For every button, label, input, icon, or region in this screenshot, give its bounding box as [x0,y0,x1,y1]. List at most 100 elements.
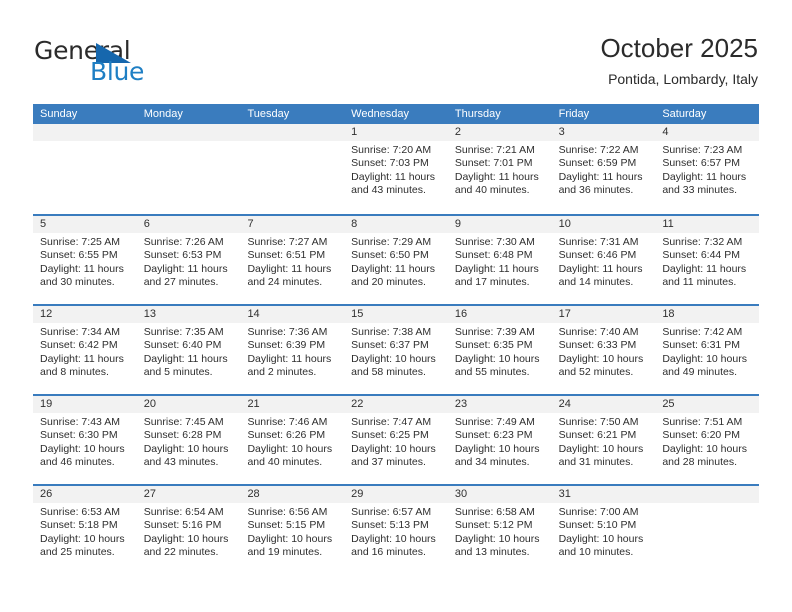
daylight-text: Daylight: 11 hours and 8 minutes. [40,352,124,379]
sunset-text: Sunset: 6:40 PM [143,339,222,352]
daylight-text: Daylight: 11 hours and 33 minutes. [662,170,747,197]
calendar-day-cell[interactable]: 23 Sunrise: 7:49 AM Sunset: 6:23 PM Dayligh… [447,396,552,484]
day-number: 7 [247,218,254,230]
day-number-band: 19 [33,396,137,413]
calendar-day-cell[interactable]: 3 Sunrise: 7:22 AM Sunset: 6:59 PM Daylight… [551,124,656,214]
sunrise-text: Sunrise: 7:51 AM [662,416,743,428]
day-number-band: 11 [655,216,760,233]
sunset-text: Sunset: 6:39 PM [247,339,326,352]
calendar-day-cell[interactable]: 31 Sunrise: 7:00 AM Sunset: 5:10 PM Dayligh… [551,486,656,574]
day-number: 10 [558,218,571,230]
day-sun-info: Sunrise: 7:22 AM Sunset: 6:59 PM Daylight:… [552,141,656,198]
sunrise-text: Sunrise: 6:56 AM [247,506,328,518]
day-number: 5 [40,218,47,230]
calendar-day-cell[interactable]: 7 Sunrise: 7:27 AM Sunset: 6:51 PM Daylight… [240,216,345,304]
day-number-band [136,124,241,141]
sunset-text: Sunset: 6:44 PM [662,249,740,262]
calendar-day-cell[interactable]: 6 Sunrise: 7:26 AM Sunset: 6:53 PM Daylight… [136,216,241,304]
sunset-text: Sunset: 5:15 PM [247,519,326,532]
day-sun-info: Sunrise: 7:29 AM Sunset: 6:50 PM Daylight:… [344,233,448,290]
calendar-day-cell[interactable]: 15 Sunrise: 7:38 AM Sunset: 6:37 PM Dayligh… [344,306,448,394]
day-number: 19 [40,398,53,410]
calendar-week-row: 26 Sunrise: 6:53 AM Sunset: 5:18 PM Dayligh… [33,484,760,574]
day-sun-info: Sunrise: 7:32 AM Sunset: 6:44 PM Daylight:… [655,233,759,290]
calendar-day-cell[interactable]: 5 Sunrise: 7:25 AM Sunset: 6:55 PM Daylight… [33,216,137,304]
daylight-text: Daylight: 11 hours and 43 minutes. [351,170,436,197]
sunset-text: Sunset: 6:21 PM [558,429,637,442]
calendar-day-cell[interactable]: 17 Sunrise: 7:40 AM Sunset: 6:33 PM Dayligh… [551,306,656,394]
daylight-text: Daylight: 10 hours and 34 minutes. [454,442,540,469]
calendar-day-cell[interactable]: 14 Sunrise: 7:36 AM Sunset: 6:39 PM Dayligh… [240,306,345,394]
calendar-page: General Blue October 2025 Pontida, Lomba… [0,0,792,612]
day-number-band: 8 [344,216,448,233]
calendar-day-cell[interactable]: 21 Sunrise: 7:46 AM Sunset: 6:26 PM Dayligh… [240,396,345,484]
sunrise-text: Sunrise: 7:22 AM [558,144,639,156]
sunset-text: Sunset: 6:50 PM [351,249,429,262]
day-number: 1 [351,126,358,138]
calendar-day-cell[interactable]: 30 Sunrise: 6:58 AM Sunset: 5:12 PM Dayligh… [447,486,552,574]
sunrise-text: Sunrise: 7:26 AM [143,236,224,248]
day-number-band: 2 [447,124,552,141]
day-number-band: 26 [33,486,137,503]
sunrise-text: Sunrise: 6:57 AM [351,506,432,518]
sunset-text: Sunset: 6:33 PM [558,339,637,352]
sunset-text: Sunset: 6:46 PM [558,249,637,262]
day-number-band: 22 [344,396,448,413]
calendar-day-cell[interactable]: 25 Sunrise: 7:51 AM Sunset: 6:20 PM Dayligh… [655,396,760,484]
day-number: 16 [454,308,468,320]
day-sun-info: Sunrise: 7:39 AM Sunset: 6:35 PM Daylight:… [448,323,552,380]
sunset-text: Sunset: 5:13 PM [351,519,429,532]
weekday-header-monday: Monday [143,108,183,120]
sunrise-text: Sunrise: 7:36 AM [247,326,328,338]
daylight-text: Daylight: 11 hours and 11 minutes. [662,262,747,289]
day-number: 2 [454,126,461,138]
day-number: 29 [351,488,364,500]
calendar-day-cell-empty [655,486,760,574]
weekday-header-sunday: Sunday [40,108,78,120]
calendar-day-cell[interactable]: 11 Sunrise: 7:32 AM Sunset: 6:44 PM Dayligh… [655,216,760,304]
day-number: 25 [662,398,675,410]
calendar-day-cell[interactable]: 29 Sunrise: 6:57 AM Sunset: 5:13 PM Dayligh… [344,486,448,574]
sunrise-text: Sunrise: 7:30 AM [454,236,535,248]
day-sun-info: Sunrise: 7:20 AM Sunset: 7:03 PM Daylight:… [344,141,448,198]
day-number: 28 [247,488,260,500]
calendar-day-cell[interactable]: 2 Sunrise: 7:21 AM Sunset: 7:01 PM Daylight… [447,124,552,214]
sunrise-text: Sunrise: 7:25 AM [40,236,120,248]
day-sun-info: Sunrise: 7:31 AM Sunset: 6:46 PM Daylight:… [552,233,656,290]
calendar-day-cell[interactable]: 9 Sunrise: 7:30 AM Sunset: 6:48 PM Daylight… [447,216,552,304]
day-sun-info: Sunrise: 7:26 AM Sunset: 6:53 PM Daylight:… [137,233,241,290]
calendar-day-cell[interactable]: 22 Sunrise: 7:47 AM Sunset: 6:25 PM Dayligh… [344,396,448,484]
calendar-day-cell[interactable]: 26 Sunrise: 6:53 AM Sunset: 5:18 PM Dayligh… [33,486,137,574]
calendar-day-cell[interactable]: 8 Sunrise: 7:29 AM Sunset: 6:50 PM Daylight… [344,216,448,304]
day-sun-info: Sunrise: 7:30 AM Sunset: 6:48 PM Daylight:… [448,233,552,290]
day-number: 11 [662,218,674,230]
calendar-weeks: 1 Sunrise: 7:20 AM Sunset: 7:03 PM Daylight… [33,124,760,574]
day-number-band: 15 [344,306,448,323]
calendar-day-cell[interactable]: 20 Sunrise: 7:45 AM Sunset: 6:28 PM Dayligh… [136,396,241,484]
day-number: 14 [247,308,260,320]
calendar-day-cell[interactable]: 13 Sunrise: 7:35 AM Sunset: 6:40 PM Dayligh… [136,306,241,394]
sunrise-text: Sunrise: 7:21 AM [454,144,535,156]
day-sun-info: Sunrise: 7:27 AM Sunset: 6:51 PM Daylight:… [240,233,344,290]
calendar-day-cell[interactable]: 24 Sunrise: 7:50 AM Sunset: 6:21 PM Dayligh… [551,396,656,484]
calendar-day-cell[interactable]: 19 Sunrise: 7:43 AM Sunset: 6:30 PM Dayligh… [33,396,137,484]
daylight-text: Daylight: 10 hours and 58 minutes. [351,352,436,379]
sunrise-text: Sunrise: 7:49 AM [454,416,535,428]
calendar-day-cell[interactable]: 28 Sunrise: 6:56 AM Sunset: 5:15 PM Dayligh… [240,486,345,574]
calendar-day-cell[interactable]: 1 Sunrise: 7:20 AM Sunset: 7:03 PM Daylight… [344,124,448,214]
calendar-day-cell[interactable]: 12 Sunrise: 7:34 AM Sunset: 6:42 PM Dayligh… [33,306,137,394]
daylight-text: Daylight: 10 hours and 37 minutes. [351,442,436,469]
calendar-day-cell[interactable]: 4 Sunrise: 7:23 AM Sunset: 6:57 PM Daylight… [655,124,760,214]
day-number: 9 [454,218,461,230]
sunrise-text: Sunrise: 7:50 AM [558,416,639,428]
daylight-text: Daylight: 10 hours and 49 minutes. [662,352,747,379]
calendar-day-cell[interactable]: 27 Sunrise: 6:54 AM Sunset: 5:16 PM Dayligh… [136,486,241,574]
day-number-band: 17 [551,306,656,323]
daylight-text: Daylight: 10 hours and 46 minutes. [40,442,125,469]
day-number: 23 [454,398,468,410]
calendar-day-cell[interactable]: 18 Sunrise: 7:42 AM Sunset: 6:31 PM Dayligh… [655,306,760,394]
day-number-band: 20 [136,396,241,413]
calendar-day-cell[interactable]: 16 Sunrise: 7:39 AM Sunset: 6:35 PM Dayligh… [447,306,552,394]
calendar-day-cell[interactable]: 10 Sunrise: 7:31 AM Sunset: 6:46 PM Dayligh… [551,216,656,304]
day-number: 31 [558,488,571,500]
